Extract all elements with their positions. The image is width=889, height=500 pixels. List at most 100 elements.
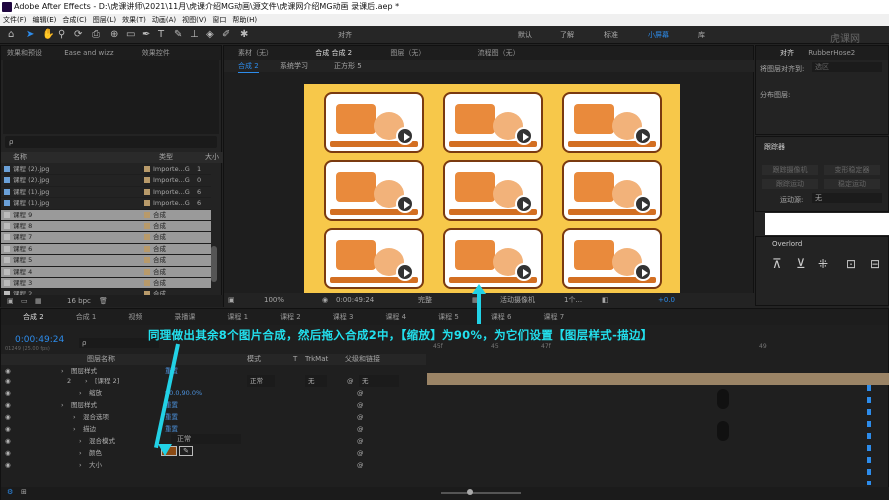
text-tool-icon[interactable]: T — [158, 29, 164, 41]
play-icon[interactable] — [515, 263, 533, 281]
tab-footage[interactable]: 素材（无） — [224, 49, 279, 57]
play-icon[interactable] — [634, 127, 652, 145]
project-item[interactable]: 课程 3 合成 — [1, 277, 211, 290]
label-color-swatch[interactable] — [144, 166, 150, 172]
tab-timeline-comp[interactable]: 合成 2 — [1, 313, 50, 321]
label-color-swatch[interactable] — [144, 234, 150, 241]
expand-arrow-icon[interactable]: › — [61, 399, 64, 411]
exposure-value[interactable]: +0.0 — [658, 293, 675, 307]
tab-timeline-comp[interactable]: 课程 3 — [307, 313, 360, 321]
label-color-swatch[interactable] — [144, 188, 150, 195]
property-link-icon[interactable]: @ — [357, 447, 364, 459]
project-item[interactable]: 课程 (2).jpg Importe...G 0 — [1, 175, 211, 187]
brush-tool-icon[interactable]: ✎ — [174, 29, 182, 41]
rectangle-tool-icon[interactable]: ▭ — [126, 29, 135, 41]
menu-item[interactable]: 窗口 — [209, 16, 229, 24]
menu-item[interactable]: 图层(L) — [90, 16, 119, 24]
resolution-dropdown[interactable]: 完整 — [418, 293, 432, 307]
mode-dropdown[interactable]: 正常 — [247, 375, 275, 387]
home-icon[interactable]: ⌂ — [8, 29, 14, 41]
new-comp-icon[interactable]: ▦ — [35, 295, 42, 307]
play-icon[interactable] — [396, 263, 414, 281]
label-color-swatch[interactable] — [144, 245, 150, 252]
trkmat-dropdown[interactable]: 无 — [305, 375, 327, 387]
visibility-eye-icon[interactable]: ◉ — [5, 459, 11, 471]
label-color-swatch[interactable] — [144, 222, 150, 229]
project-item[interactable]: 课程 6 合成 — [1, 243, 211, 256]
tab-timeline-comp[interactable]: 课程 4 — [359, 313, 412, 321]
label-color-swatch[interactable] — [144, 200, 150, 207]
menu-item[interactable]: 动画(A) — [149, 16, 179, 24]
tab-align[interactable]: 对齐 — [756, 49, 800, 57]
bpc-label[interactable]: 16 bpc — [67, 295, 91, 307]
workspace-library[interactable]: 库 — [698, 30, 705, 40]
layer-duration-bar[interactable] — [427, 373, 889, 385]
menu-item[interactable]: 视图(V) — [179, 16, 209, 24]
tab-timeline-comp[interactable]: 课程 5 — [412, 313, 465, 321]
project-item[interactable]: 课程 4 合成 — [1, 266, 211, 278]
tab-effect-controls[interactable]: 效果控件 — [122, 49, 176, 57]
project-item[interactable]: 课程 8 合成 — [1, 220, 211, 233]
tab-timeline-comp[interactable]: 课程 7 — [518, 313, 571, 321]
timeline-row[interactable]: ◉ › 混合选项 重置 @ — [1, 411, 426, 423]
property-link-icon[interactable]: @ — [357, 435, 364, 447]
fast-preview-icon[interactable]: ◧ — [602, 293, 609, 307]
timecode-display[interactable]: 0:00:49:24 — [336, 293, 374, 307]
tab-layer[interactable]: 图层（无） — [360, 49, 431, 57]
play-icon[interactable] — [634, 195, 652, 213]
delete-icon[interactable]: 🗑 — [99, 295, 108, 307]
timeline-timecode[interactable]: 0:00:49:24 — [15, 335, 64, 345]
label-color-swatch[interactable] — [144, 257, 150, 264]
menu-item[interactable]: 帮助(H) — [229, 16, 260, 24]
tab-timeline-comp[interactable]: 课程 2 — [254, 313, 307, 321]
timeline-row[interactable]: ◉ › 颜色 @ — [1, 447, 426, 459]
keyframe-marker[interactable] — [717, 421, 729, 441]
course-thumbnail[interactable] — [443, 92, 543, 153]
breadcrumb-comp-2[interactable]: 合成 2 — [238, 60, 259, 73]
header-layer-name[interactable]: 图层名称 — [87, 354, 115, 365]
zoom-tool-icon[interactable]: ⚲ — [58, 29, 65, 41]
timeline-ruler[interactable]: 45f 45 47f 49 — [427, 343, 889, 353]
tab-timeline-comp[interactable]: 课程 1 — [201, 313, 254, 321]
timeline-search-input[interactable]: ρ — [79, 338, 159, 348]
tab-timeline-comp[interactable]: 视频 — [102, 313, 148, 321]
interpret-footage-icon[interactable]: ▣ — [7, 295, 14, 307]
roto-tool-icon[interactable]: ✐ — [222, 29, 230, 41]
expand-arrow-icon[interactable]: › — [79, 447, 82, 459]
expand-arrow-icon[interactable]: › — [73, 411, 76, 423]
expand-arrow-icon[interactable]: › — [85, 375, 88, 387]
hand-tool-icon[interactable]: ✋ — [42, 29, 54, 41]
project-item[interactable]: 课程 (1).jpg Importe...G 6 — [1, 187, 211, 199]
project-search-input[interactable]: ρ — [5, 136, 217, 148]
menu-item[interactable]: 文件(F) — [0, 16, 30, 24]
blend-mode-dropdown[interactable]: 正常 — [171, 434, 241, 444]
track-camera-button[interactable]: 跟踪摄像机 — [762, 165, 818, 175]
views-dropdown[interactable]: 1个... — [564, 293, 582, 307]
zoom-slider[interactable] — [441, 492, 521, 494]
tab-timeline-comp[interactable]: 录播课 — [148, 313, 201, 321]
course-thumbnail[interactable] — [324, 160, 424, 221]
expand-arrow-icon[interactable]: › — [79, 387, 82, 399]
tab-composition[interactable]: 合成 合成 2 — [281, 49, 358, 57]
timeline-row[interactable]: ◉ › 缩放 90.0,90.0% @ — [1, 387, 426, 399]
snap-label[interactable]: 对齐 — [338, 30, 352, 40]
menu-item[interactable]: 效果(T) — [119, 16, 149, 24]
property-value[interactable]: 90.0,90.0% — [165, 387, 202, 399]
track-motion-button[interactable]: 跟踪运动 — [762, 179, 818, 189]
parent-pick-whip-icon[interactable]: @ — [347, 375, 354, 387]
project-item[interactable]: 课程 9 合成 — [1, 209, 211, 221]
expand-arrow-icon[interactable]: › — [79, 459, 82, 471]
zoom-slider-handle[interactable] — [467, 489, 473, 495]
visibility-eye-icon[interactable]: ◉ — [5, 387, 11, 399]
new-folder-icon[interactable]: ▭ — [21, 295, 28, 307]
workspace-learn[interactable]: 了解 — [560, 30, 574, 40]
timeline-row[interactable]: ◉ › [课程 2] 2 正常 无 @ 无 — [1, 375, 426, 387]
tab-ease-and-wizz[interactable]: Ease and wizz — [50, 49, 119, 57]
tab-effects-presets[interactable]: 效果和预设 — [1, 49, 48, 57]
eraser-tool-icon[interactable]: ◈ — [206, 29, 214, 41]
header-t[interactable]: T — [293, 354, 297, 365]
camera-tool-icon[interactable]: ⎙ — [92, 29, 100, 41]
preview-toggle-icon[interactable]: ▣ — [228, 293, 235, 307]
parent-dropdown[interactable]: 无 — [359, 375, 399, 387]
active-camera-dropdown[interactable]: 活动摄像机 — [500, 293, 535, 307]
